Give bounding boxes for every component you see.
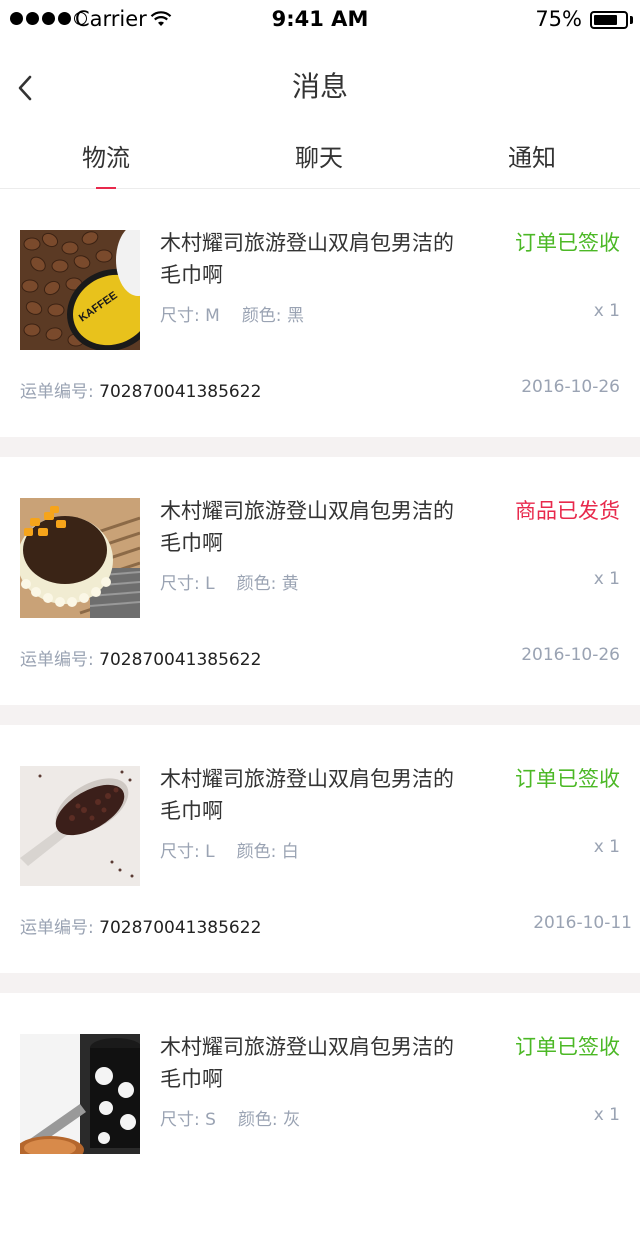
product-image [20,498,140,618]
battery-icon [590,11,628,29]
tab-notifications[interactable]: 通知 [472,138,592,173]
waybill-label: 运单编号: [20,650,94,670]
waybill: 运单编号: 702870041385622 [20,645,261,670]
divider [0,705,640,725]
logistics-list: KAFFEE 木村耀司旅游登山双肩包男洁的毛巾啊 订单已签收 尺寸: M 颜色: … [0,189,640,1241]
waybill-label: 运单编号: [20,382,94,402]
waybill: 运单编号: 702870041385622 [20,913,261,938]
battery-percentage: 75% [535,7,582,31]
size-label: 尺寸: L [160,574,215,594]
tab-logistics[interactable]: 物流 [46,138,166,190]
waybill: 运单编号: 702870041385622 [20,377,261,402]
color-label: 颜色: 白 [236,842,299,862]
coffee-beans-image: KAFFEE [20,230,140,350]
product-specs: 尺寸: L 颜色: 黄 [160,569,299,594]
tab-label: 物流 [82,144,130,172]
order-date: 2016-10-26 [521,645,620,665]
order-card[interactable]: 木村耀司旅游登山双肩包男洁的毛巾啊 订单已签收 尺寸: S 颜色: 灰 x 1 [0,993,640,1241]
product-title: 木村耀司旅游登山双肩包男洁的毛巾啊 [160,499,454,555]
tab-label: 聊天 [295,144,343,172]
chocolate-cake-image [20,498,140,618]
quantity: x 1 [593,569,620,589]
size-label: 尺寸: S [160,1110,216,1130]
waybill-number: 702870041385622 [99,918,262,938]
order-status: 订单已签收 [515,767,620,791]
waybill-number: 702870041385622 [99,382,262,402]
product-title: 木村耀司旅游登山双肩包男洁的毛巾啊 [160,231,454,287]
tab-label: 通知 [508,144,556,172]
navigation-bar: 消息 [0,40,640,128]
product-specs: 尺寸: L 颜色: 白 [160,837,299,862]
divider [0,973,640,993]
page-title: 消息 [291,70,348,103]
divider [0,437,640,457]
quantity: x 1 [593,1105,620,1125]
product-title: 木村耀司旅游登山双肩包男洁的毛巾啊 [160,1035,454,1091]
product-title: 木村耀司旅游登山双肩包男洁的毛巾啊 [160,767,454,823]
quantity: x 1 [593,301,620,321]
ground-coffee-spoon-image [20,766,140,886]
product-image [20,1034,140,1154]
tab-chat[interactable]: 聊天 [259,138,379,173]
battery-nub [630,16,633,24]
color-label: 颜色: 灰 [237,1110,301,1130]
product-image: KAFFEE [20,230,140,350]
coffee-cup-image [20,1034,140,1154]
quantity: x 1 [593,837,620,857]
order-date: 2016-10-11 [533,913,632,933]
waybill-number: 702870041385622 [99,650,262,670]
order-date: 2016-10-26 [521,377,620,397]
order-card[interactable]: 木村耀司旅游登山双肩包男洁的毛巾啊 商品已发货 尺寸: L 颜色: 黄 x 1 运… [0,457,640,705]
size-label: 尺寸: M [160,306,220,326]
status-bar: Carrier 9:41 AM 75% [0,0,640,40]
order-card[interactable]: 木村耀司旅游登山双肩包男洁的毛巾啊 订单已签收 尺寸: L 颜色: 白 x 1 运… [0,725,640,973]
product-image [20,766,140,886]
order-status: 商品已发货 [515,499,620,523]
color-label: 颜色: 黑 [241,306,304,326]
waybill-label: 运单编号: [20,918,94,938]
product-specs: 尺寸: S 颜色: 灰 [160,1105,300,1130]
order-status: 订单已签收 [515,1035,620,1059]
product-specs: 尺寸: M 颜色: 黑 [160,301,304,326]
color-label: 颜色: 黄 [236,574,299,594]
order-card[interactable]: KAFFEE 木村耀司旅游登山双肩包男洁的毛巾啊 订单已签收 尺寸: M 颜色: … [0,189,640,437]
tab-bar: 物流 聊天 通知 [0,128,640,190]
order-status: 订单已签收 [515,231,620,255]
size-label: 尺寸: L [160,842,215,862]
